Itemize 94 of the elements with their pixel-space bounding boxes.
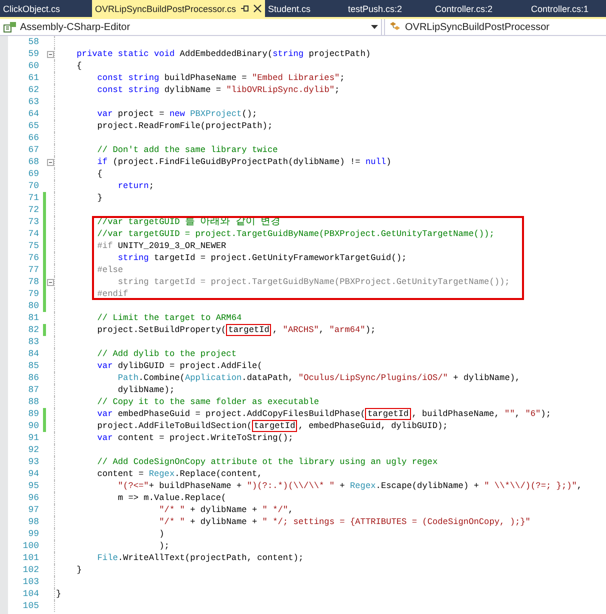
line-number: 104 xyxy=(22,588,39,600)
line-number: 63 xyxy=(27,96,39,108)
code-line: var project = new PBXProject(); xyxy=(96,108,258,120)
line-number: 73 xyxy=(27,216,39,228)
line-number: 99 xyxy=(27,528,39,540)
line-number: 70 xyxy=(27,180,39,192)
code-line: var embedPhaseGuid = project.AddCopyFilesBuildPhase( targetId , buildPhaseName, "", "6"); xyxy=(96,408,551,420)
line-number: 92 xyxy=(27,444,39,456)
line-number: 59 xyxy=(27,48,39,60)
line-number: 81 xyxy=(27,312,39,324)
line-number: 65 xyxy=(27,120,39,132)
line-number: 71 xyxy=(27,192,39,204)
code-line: private static void AddEmbeddedBinary(string projectPath) xyxy=(76,48,371,60)
line-number: 83 xyxy=(27,336,39,348)
line-number: 100 xyxy=(22,540,39,552)
line-number: 91 xyxy=(27,432,39,444)
code-line: string targetId = project.GetUnityFrameworkTargetGuid(); xyxy=(116,252,407,264)
code-line: project.SetBuildProperty( targetId , "ARCHS", "arm64"); xyxy=(96,324,376,336)
code-line: "/* " + dylibName + " */", xyxy=(158,504,294,516)
line-number: 98 xyxy=(27,516,39,528)
line-number: 67 xyxy=(27,144,39,156)
line-number: 64 xyxy=(27,108,39,120)
line-number: 94 xyxy=(27,468,39,480)
line-number: 62 xyxy=(27,84,39,96)
line-number: 89 xyxy=(27,408,39,420)
code-line: // Add dylib to the project xyxy=(96,348,236,360)
code-line: #else xyxy=(96,264,124,276)
line-number: 87 xyxy=(27,384,39,396)
line-number: 60 xyxy=(27,60,39,72)
line-number: 58 xyxy=(27,36,39,48)
line-number: 61 xyxy=(27,72,39,84)
line-number: 97 xyxy=(27,504,39,516)
code-line: { xyxy=(96,168,102,180)
tab[interactable]: Controller.cs:1 xyxy=(528,0,606,17)
line-number: 75 xyxy=(27,240,39,252)
class-dropdown[interactable]: OVRLipSyncBuildPostProcessor xyxy=(384,19,606,35)
code-line: } xyxy=(56,588,62,600)
code-line: return; xyxy=(116,180,154,192)
tab[interactable]: Student.cs xyxy=(265,0,345,17)
code-line: ); xyxy=(158,540,170,552)
line-number: 103 xyxy=(22,576,39,588)
code-line: // Copy it to the same folder as executable xyxy=(96,396,320,408)
line-number: 86 xyxy=(27,372,39,384)
line-number: 88 xyxy=(27,396,39,408)
code-line: const string buildPhaseName = "Embed Libraries"; xyxy=(96,72,345,84)
code-line: } xyxy=(96,192,102,204)
line-number: 69 xyxy=(27,168,39,180)
code-line: File.WriteAllText(projectPath, content); xyxy=(96,552,304,564)
line-number: 76 xyxy=(27,252,39,264)
line-number: 85 xyxy=(27,360,39,372)
code-line: const string dylibName = "libOVRLipSync.dylib"; xyxy=(96,84,340,96)
code-line: #endif xyxy=(96,288,128,300)
tab[interactable]: Controller.cs:2 xyxy=(432,0,528,17)
line-number: 79 xyxy=(27,288,39,300)
line-number: 77 xyxy=(27,264,39,276)
code-line: //var targetGUID = project.TargetGuidByName(PBXProject.GetUnityTargetName()); xyxy=(96,228,494,240)
code-line: // Limit the target to ARM64 xyxy=(96,312,242,324)
line-number: 78 xyxy=(27,276,39,288)
line-number: 90 xyxy=(27,420,39,432)
code-line: { xyxy=(76,60,82,72)
code-line: project.ReadFromFile(projectPath); xyxy=(96,120,273,132)
line-number: 74 xyxy=(27,228,39,240)
code-line: content = Regex.Replace(content, xyxy=(96,468,262,480)
code-line: if (project.FindFileGuidByProjectPath(dylibName) != null) xyxy=(96,156,392,168)
line-number: 68 xyxy=(27,156,39,168)
code-line: } xyxy=(76,564,82,576)
code-line: ) xyxy=(158,528,164,540)
line-number: 82 xyxy=(27,324,39,336)
line-number: 105 xyxy=(22,600,39,612)
line-number: 80 xyxy=(27,300,39,312)
line-number: 96 xyxy=(27,492,39,504)
line-number: 93 xyxy=(27,456,39,468)
line-number: 66 xyxy=(27,132,39,144)
tab[interactable]: testPush.cs:2 xyxy=(345,0,432,17)
code-line: dylibName); xyxy=(116,384,175,396)
tab[interactable]: ClickObject.cs xyxy=(0,0,92,17)
line-number: 72 xyxy=(27,204,39,216)
code-line: Path.Combine(Application.dataPath, "Oculus/LipSync/Plugins/iOS/" + dylibName), xyxy=(116,372,520,384)
code-line: var dylibGUID = project.AddFile( xyxy=(96,360,262,372)
tab[interactable]: OVRLipSyncBuildPostProcessor.cs xyxy=(92,0,265,17)
code-line: var content = project.WriteToString(); xyxy=(96,432,294,444)
line-number: 102 xyxy=(22,564,39,576)
code-line: // Don't add the same library twice xyxy=(96,144,278,156)
line-number: 101 xyxy=(22,552,39,564)
code-line: string targetId = project.TargetGuidByName(PBXProject.GetUnityTargetName()); xyxy=(116,276,510,288)
line-number: 95 xyxy=(27,480,39,492)
code-line: project.AddFileToBuildSection( targetId , embedPhaseGuid, dylibGUID); xyxy=(96,420,448,432)
project-dropdown[interactable]: Assembly-CSharp-Editor xyxy=(0,19,382,35)
code-line: "(?<="+ buildPhaseName + ")(?:.*)(\\/\\* " + Regex.Escape(dylibName) + " \\*\\/)(?=; };)", xyxy=(116,480,582,492)
code-line: m => m.Value.Replace( xyxy=(116,492,226,504)
code-line: #if UNITY_2019_3_OR_NEWER xyxy=(96,240,226,252)
line-number: 84 xyxy=(27,348,39,360)
code-line: "/* " + dylibName + " */; settings = {ATTRIBUTES = (CodeSignOnCopy, );}" xyxy=(158,516,530,528)
code-line: // Add CodeSignOnCopy attribute ot the library using an ugly regex xyxy=(96,456,438,468)
